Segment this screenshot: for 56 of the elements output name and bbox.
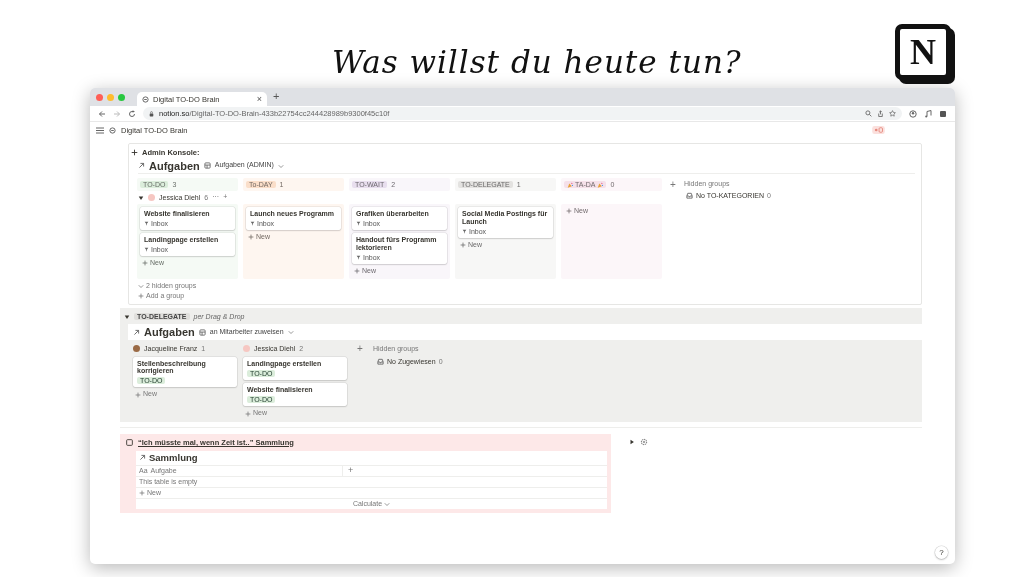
music-icon[interactable]	[924, 109, 932, 118]
avatar	[243, 345, 250, 353]
link-arrow-icon	[138, 162, 145, 169]
plus-icon	[245, 410, 251, 417]
new-tab-button[interactable]: +	[273, 90, 280, 104]
share-icon[interactable]	[877, 110, 884, 117]
reload-icon[interactable]	[128, 109, 136, 118]
window-close-button[interactable]	[96, 93, 103, 101]
funnel-icon	[144, 247, 149, 253]
lock-icon	[149, 110, 154, 117]
plus-icon	[142, 260, 148, 267]
database-title[interactable]: Aufgaben	[149, 159, 200, 172]
plus-icon	[566, 208, 572, 215]
plus-icon	[135, 391, 141, 398]
plus-icon	[139, 489, 145, 496]
party-icon	[567, 181, 573, 188]
search-icon[interactable]	[865, 110, 872, 117]
plus-icon	[248, 234, 254, 241]
star-icon[interactable]	[889, 110, 896, 117]
toggle-icon[interactable]	[629, 438, 635, 445]
funnel-icon	[250, 221, 255, 227]
add-property-button[interactable]: +	[343, 465, 354, 477]
settings-icon[interactable]	[640, 437, 648, 446]
page-icon	[109, 126, 116, 134]
caret-icon	[138, 282, 144, 289]
checkbox-icon[interactable]	[126, 438, 133, 446]
toggle-icon[interactable]	[138, 194, 144, 201]
funnel-icon	[462, 229, 467, 235]
tray-icon	[377, 358, 384, 366]
toggle-icon[interactable]	[124, 313, 130, 320]
link-arrow-icon	[139, 454, 146, 462]
avatar	[133, 345, 140, 353]
caret-icon	[384, 500, 391, 507]
tab-close-button[interactable]: ×	[256, 93, 262, 105]
plus-icon	[138, 293, 144, 300]
add-column-button[interactable]: +	[666, 178, 680, 191]
funnel-icon	[356, 221, 361, 227]
table-icon	[203, 162, 211, 169]
plus-icon	[460, 242, 466, 249]
table-title[interactable]: Sammlung	[149, 452, 198, 464]
plus-icon	[354, 268, 360, 275]
menu-icon[interactable]	[96, 126, 104, 134]
party-icon	[597, 181, 604, 188]
link-arrow-icon	[133, 328, 140, 336]
funnel-icon	[144, 221, 149, 227]
plus-icon[interactable]	[131, 148, 138, 156]
headline: Was willst du heute tun?	[332, 44, 742, 80]
tray-icon	[686, 192, 693, 199]
funnel-icon	[356, 255, 361, 261]
avatar	[148, 194, 155, 201]
add-column-button[interactable]: +	[353, 343, 367, 355]
back-icon[interactable]	[98, 109, 106, 118]
page-icon	[142, 95, 149, 103]
database-title[interactable]: Aufgaben	[144, 326, 195, 339]
table-icon	[198, 328, 206, 336]
help-button[interactable]: ?	[935, 546, 948, 559]
